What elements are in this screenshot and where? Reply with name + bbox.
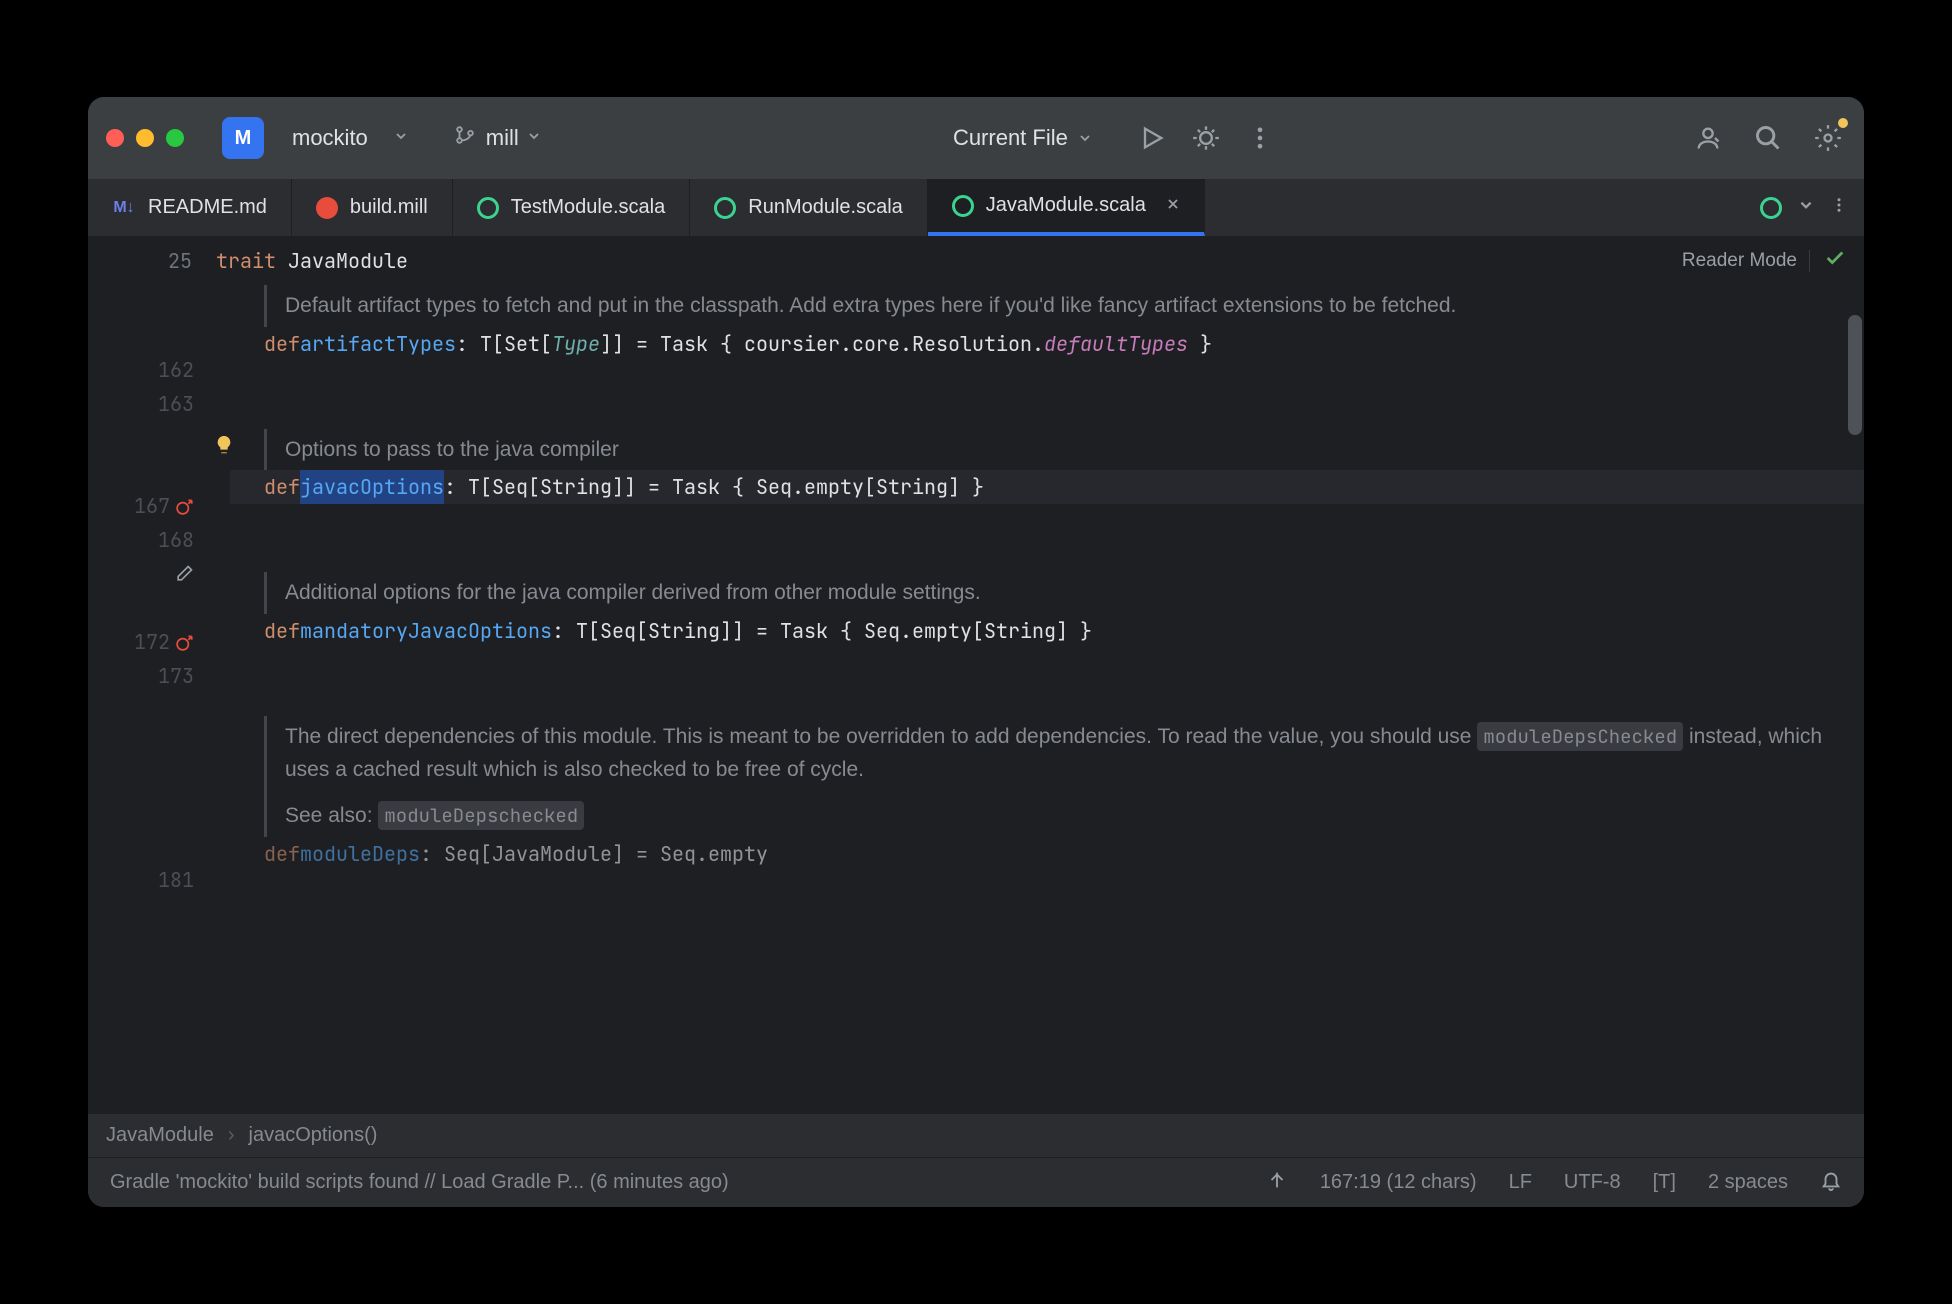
window-controls bbox=[106, 129, 184, 147]
reader-mode-toggle[interactable]: Reader Mode bbox=[1682, 250, 1810, 272]
header-line-number: 25 bbox=[106, 248, 216, 274]
tab-javamodule[interactable]: JavaModule.scala bbox=[928, 179, 1205, 236]
mill-icon bbox=[316, 197, 338, 219]
breadcrumb-item[interactable]: javacOptions() bbox=[249, 1124, 378, 1147]
status-bar: Gradle 'mockito' build scripts found // … bbox=[88, 1157, 1864, 1207]
tab-testmodule[interactable]: TestModule.scala bbox=[453, 179, 691, 236]
scala-icon bbox=[952, 195, 974, 217]
cursor-position[interactable]: 167:19 (12 chars) bbox=[1320, 1171, 1477, 1194]
run-button[interactable] bbox=[1134, 120, 1170, 156]
tab-runmodule[interactable]: RunModule.scala bbox=[690, 179, 928, 236]
doc-comment: Additional options for the java compiler… bbox=[264, 572, 1864, 614]
file-encoding[interactable]: UTF-8 bbox=[1564, 1171, 1621, 1194]
type-name: JavaModule bbox=[288, 248, 408, 274]
tab-label: README.md bbox=[148, 196, 267, 219]
notifications-icon[interactable] bbox=[1820, 1169, 1842, 1197]
tabs-dropdown-icon[interactable] bbox=[1798, 197, 1814, 218]
line-number: 162 bbox=[88, 353, 218, 387]
line-number: 163 bbox=[88, 387, 218, 421]
line-separator[interactable]: LF bbox=[1509, 1171, 1532, 1194]
override-marker-icon[interactable] bbox=[176, 497, 194, 515]
more-actions-button[interactable] bbox=[1242, 120, 1278, 156]
line-number: 172 bbox=[88, 625, 218, 659]
line-number: 181 bbox=[88, 863, 218, 897]
project-dropdown-icon[interactable] bbox=[394, 129, 408, 148]
doc-comment: The direct dependencies of this module. … bbox=[264, 716, 1864, 837]
branch-name: mill bbox=[486, 125, 519, 151]
tab-label: JavaModule.scala bbox=[986, 194, 1146, 217]
intention-bulb-icon[interactable] bbox=[213, 433, 233, 453]
line-column-icon[interactable] bbox=[1266, 1169, 1288, 1197]
code-editor[interactable]: 162 163 167 168 172 173 bbox=[88, 285, 1864, 1113]
project-badge[interactable]: M bbox=[222, 117, 264, 159]
current-line: def javacOptions: T[Seq[String]] = Task … bbox=[230, 470, 1864, 504]
scrollbar[interactable] bbox=[1848, 315, 1862, 435]
breadcrumb-separator: › bbox=[228, 1124, 235, 1147]
status-message[interactable]: Gradle 'mockito' build scripts found // … bbox=[110, 1171, 729, 1194]
selected-text: javacOptions bbox=[300, 470, 444, 504]
tab-label: TestModule.scala bbox=[511, 196, 666, 219]
breadcrumb-item[interactable]: JavaModule bbox=[106, 1124, 214, 1147]
branch-dropdown-icon bbox=[527, 129, 541, 148]
titlebar: M mockito mill Current File bbox=[88, 97, 1864, 179]
code-with-me-icon[interactable] bbox=[1690, 120, 1726, 156]
doc-comment: Default artifact types to fetch and put … bbox=[264, 285, 1864, 327]
run-configuration[interactable]: Current File bbox=[953, 125, 1092, 151]
tabs-more-icon[interactable] bbox=[1830, 196, 1848, 219]
tab-label: build.mill bbox=[350, 196, 428, 219]
scala-icon[interactable] bbox=[1760, 197, 1782, 219]
scala-icon bbox=[714, 197, 736, 219]
search-icon[interactable] bbox=[1750, 120, 1786, 156]
line-number: 168 bbox=[88, 523, 218, 557]
indent-setting[interactable]: 2 spaces bbox=[1708, 1171, 1788, 1194]
tab-build-mill[interactable]: build.mill bbox=[292, 179, 453, 236]
edit-icon[interactable] bbox=[174, 564, 194, 584]
doc-comment: Options to pass to the java compiler bbox=[264, 429, 1864, 471]
scala-icon bbox=[477, 197, 499, 219]
close-window-button[interactable] bbox=[106, 129, 124, 147]
override-marker-icon[interactable] bbox=[176, 633, 194, 651]
maximize-window-button[interactable] bbox=[166, 129, 184, 147]
tab-label: RunModule.scala bbox=[748, 196, 903, 219]
settings-notification-dot bbox=[1838, 118, 1848, 128]
editor-sticky-header: 25 trait JavaModule Reader Mode bbox=[88, 237, 1864, 285]
gutter: 162 163 167 168 172 173 bbox=[88, 285, 230, 897]
editor-tabs: M↓ README.md build.mill TestModule.scala… bbox=[88, 179, 1864, 237]
problems-icon[interactable] bbox=[1824, 247, 1846, 275]
keyword: trait bbox=[216, 248, 276, 274]
breadcrumb-bar: JavaModule › javacOptions() bbox=[88, 1113, 1864, 1157]
minimize-window-button[interactable] bbox=[136, 129, 154, 147]
line-number: 167 bbox=[88, 489, 218, 523]
debug-button[interactable] bbox=[1188, 120, 1224, 156]
vcs-branch[interactable]: mill bbox=[454, 124, 541, 152]
branch-icon bbox=[454, 124, 476, 152]
tab-readme[interactable]: M↓ README.md bbox=[88, 179, 292, 236]
editorconfig-indicator[interactable]: [T] bbox=[1653, 1171, 1676, 1194]
project-name[interactable]: mockito bbox=[292, 125, 368, 151]
settings-icon[interactable] bbox=[1810, 120, 1846, 156]
markdown-icon: M↓ bbox=[112, 196, 136, 220]
line-number: 173 bbox=[88, 659, 218, 693]
run-config-label: Current File bbox=[953, 125, 1068, 151]
code-content[interactable]: Default artifact types to fetch and put … bbox=[230, 285, 1864, 897]
close-tab-icon[interactable] bbox=[1166, 194, 1180, 217]
